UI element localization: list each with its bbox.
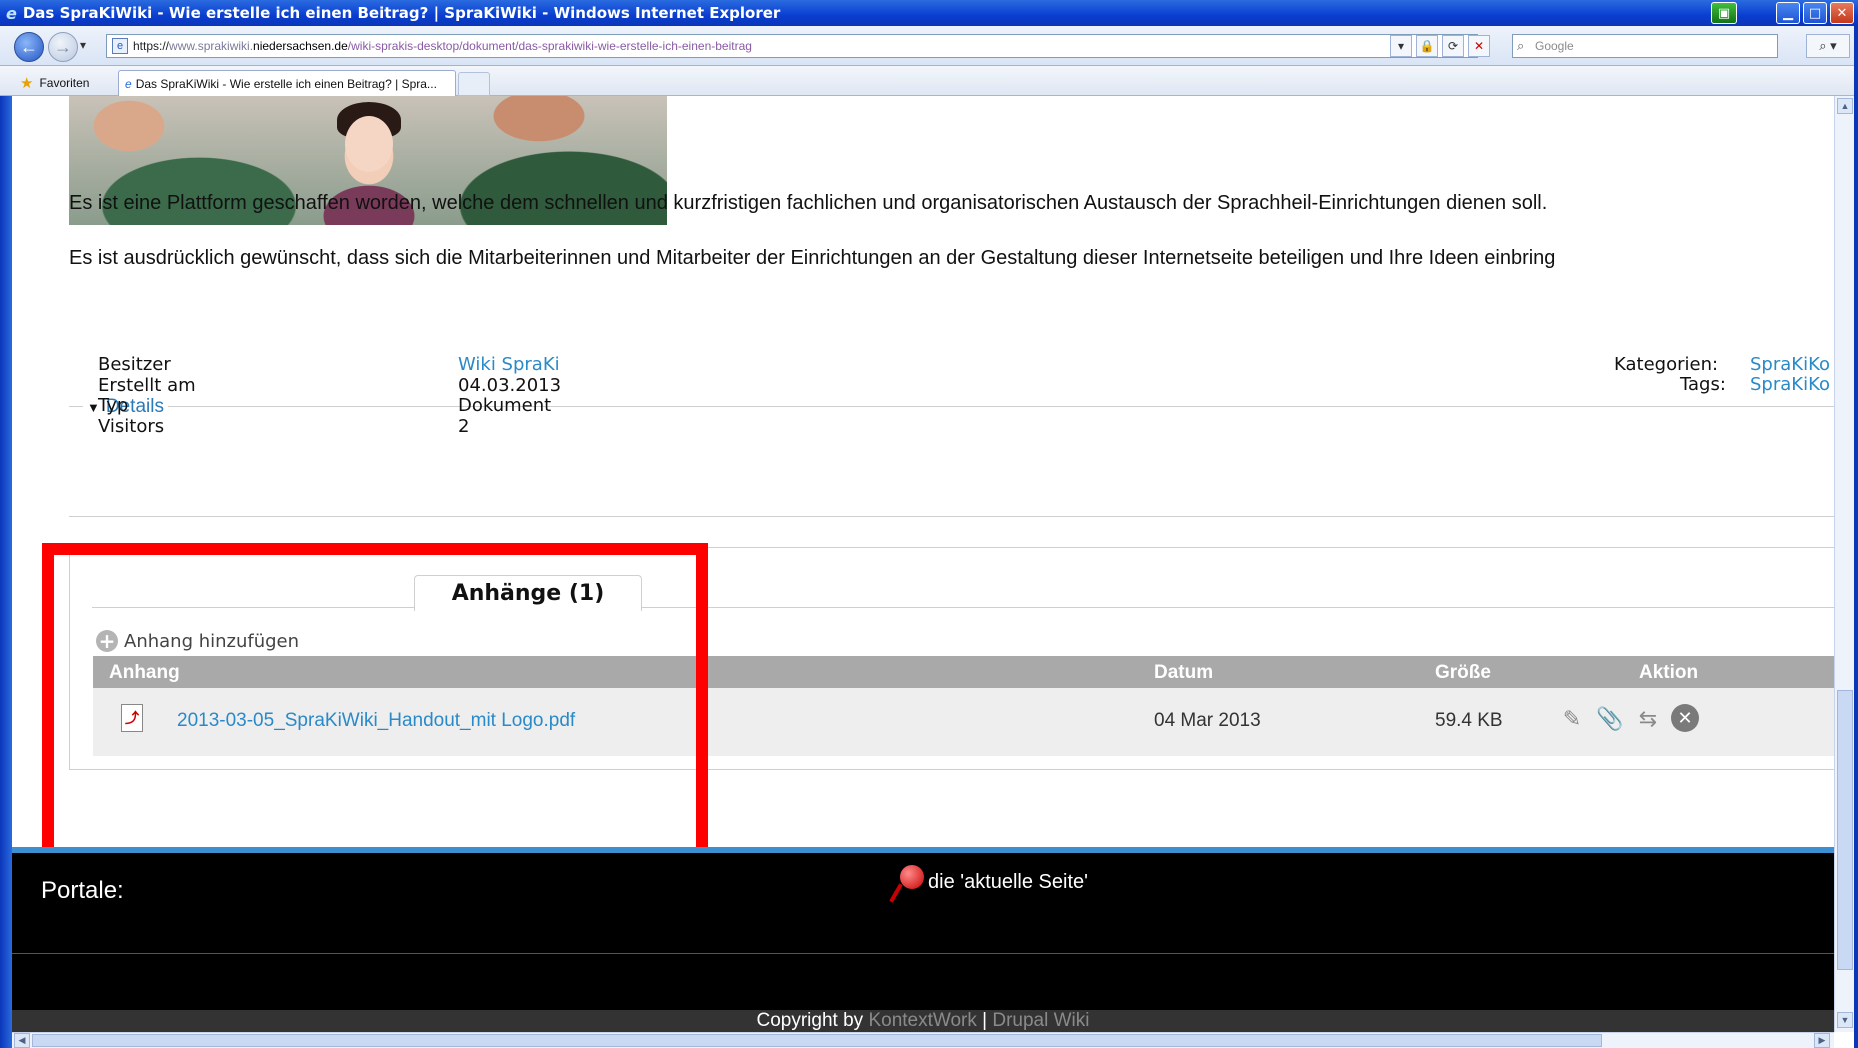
red-highlight-frame: [42, 543, 708, 881]
page-footer: Portale: die 'aktuelle Seite': [12, 853, 1834, 1032]
maximize-button[interactable]: □: [1803, 2, 1827, 24]
minimize-button[interactable]: ▁: [1776, 2, 1800, 24]
paperclip-icon[interactable]: 📎: [1595, 704, 1625, 734]
url-subdomain: www.sprakiwiki.: [169, 39, 254, 53]
copyright-link-kontextwork[interactable]: KontextWork: [868, 1010, 976, 1031]
horizontal-scrollbar[interactable]: ◀ ▶: [12, 1032, 1834, 1048]
copyright-link-drupal-wiki[interactable]: Drupal Wiki: [992, 1010, 1089, 1031]
column-header-date: Datum: [1154, 662, 1214, 683]
tags-label: Tags:: [1680, 374, 1726, 395]
delete-icon[interactable]: ✕: [1671, 704, 1699, 732]
details-label-visitors: Visitors: [98, 416, 165, 437]
copyright-bar: Copyright by KontextWork | Drupal Wiki: [12, 1010, 1834, 1032]
footer-divider: [12, 953, 1834, 954]
window-controls: ▣ ▁ □ ✕: [1711, 2, 1854, 24]
forward-button[interactable]: →: [48, 32, 78, 62]
details-fieldset: ▼ Details: [69, 396, 1834, 518]
details-value-type: Dokument: [458, 395, 552, 416]
details-value-created: 04.03.2013: [458, 375, 562, 396]
page-icon: e: [112, 38, 128, 54]
categories-label: Kategorien:: [1614, 354, 1719, 375]
hero-image-face: [345, 116, 393, 172]
search-icon: ⌕: [1517, 38, 1525, 53]
attachment-actions: ✎ 📎 ⇆ ✕: [1557, 704, 1699, 734]
address-toolbar: ← → ▾ e https://www.sprakiwiki. niedersac…: [0, 26, 1858, 66]
browser-tab-title: Das SpraKiWiki - Wie erstelle ich einen …: [135, 76, 437, 91]
back-button[interactable]: ←: [14, 32, 44, 62]
search-button[interactable]: ⌕ ▾: [1806, 34, 1850, 58]
close-window-button[interactable]: ✕: [1830, 2, 1854, 24]
url-path: /wiki-sprakis-desktop/dokument/das-sprak…: [347, 39, 752, 53]
history-dropdown-icon[interactable]: ▾: [80, 38, 86, 52]
internet-explorer-icon: e: [6, 3, 17, 23]
tab-page-icon: e: [125, 76, 132, 91]
address-dropdown-icon[interactable]: ▾: [1390, 35, 1412, 57]
intro-paragraph-2: Es ist ausdrücklich gewünscht, dass sich…: [69, 247, 1556, 269]
column-header-action: Aktion: [1639, 662, 1699, 683]
scroll-right-icon[interactable]: ▶: [1814, 1033, 1830, 1048]
window-frame-right: [1854, 26, 1858, 1048]
details-value-owner-link[interactable]: Wiki SpraKi: [458, 354, 560, 375]
details-label-type: Typ: [98, 395, 129, 416]
scroll-up-icon[interactable]: ▲: [1837, 98, 1853, 114]
attachment-date: 04 Mar 2013: [1154, 710, 1261, 731]
url-scheme: https://: [133, 39, 170, 53]
pencil-edit-icon[interactable]: ✎: [1557, 704, 1587, 734]
window-title-bar: e Das SpraKiWiki - Wie erstelle ich eine…: [0, 0, 1858, 26]
vertical-scroll-thumb[interactable]: [1837, 690, 1853, 970]
lock-icon[interactable]: 🔒: [1416, 35, 1438, 57]
scroll-down-icon[interactable]: ▼: [1837, 1012, 1853, 1028]
window-frame-left: [0, 96, 12, 1048]
horizontal-scroll-thumb[interactable]: [32, 1034, 1602, 1047]
replace-arrows-icon[interactable]: ⇆: [1633, 704, 1663, 734]
page-viewport: Es ist eine Plattform geschaffen worden,…: [12, 96, 1834, 1032]
attachment-size: 59.4 KB: [1435, 710, 1503, 731]
refresh-icon[interactable]: ⟳: [1442, 35, 1464, 57]
search-placeholder: Google: [1535, 39, 1574, 53]
details-divider: [69, 516, 1834, 517]
stop-icon[interactable]: ✕: [1468, 35, 1490, 57]
pushpin-head: [900, 865, 924, 889]
window-title: Das SpraKiWiki - Wie erstelle ich einen …: [22, 4, 781, 22]
favorites-label: Favoriten: [39, 76, 90, 90]
address-tools: ▾ 🔒 ⟳ ✕: [1390, 35, 1490, 57]
browser-tab-active[interactable]: e Das SpraKiWiki - Wie erstelle ich eine…: [118, 70, 456, 96]
current-page-link[interactable]: die 'aktuelle Seite': [928, 871, 1088, 894]
column-header-size: Größe: [1435, 662, 1491, 683]
categories-link[interactable]: SpraKiKo: [1750, 354, 1830, 375]
details-label-created: Erstellt am: [98, 375, 196, 396]
vertical-scrollbar[interactable]: ▲ ▼: [1834, 96, 1854, 1032]
star-icon: ★: [20, 75, 34, 92]
search-input[interactable]: ⌕ Google: [1512, 34, 1778, 58]
favorites-bar: ★ Favoriten e Das SpraKiWiki - Wie erste…: [0, 66, 1858, 96]
scroll-left-icon[interactable]: ◀: [14, 1033, 30, 1048]
details-label-owner: Besitzer: [98, 354, 171, 375]
details-value-visitors: 2: [458, 416, 470, 437]
intro-paragraph-1: Es ist eine Plattform geschaffen worden,…: [69, 192, 1548, 214]
favorites-button[interactable]: ★ Favoriten: [20, 74, 89, 92]
copyright-prefix: Copyright by: [756, 1010, 869, 1031]
url-input[interactable]: e https://www.sprakiwiki. niedersachsen.d…: [106, 34, 1478, 58]
copyright-separator: |: [976, 1010, 993, 1031]
url-domain: niedersachsen.de: [253, 39, 348, 53]
footer-portale-label: Portale:: [41, 877, 124, 904]
security-status-icon[interactable]: ▣: [1711, 2, 1737, 24]
tags-link[interactable]: SpraKiKo: [1750, 374, 1830, 395]
pushpin-icon: [889, 865, 926, 903]
pushpin-needle: [889, 883, 903, 903]
new-tab-button[interactable]: [458, 72, 490, 96]
